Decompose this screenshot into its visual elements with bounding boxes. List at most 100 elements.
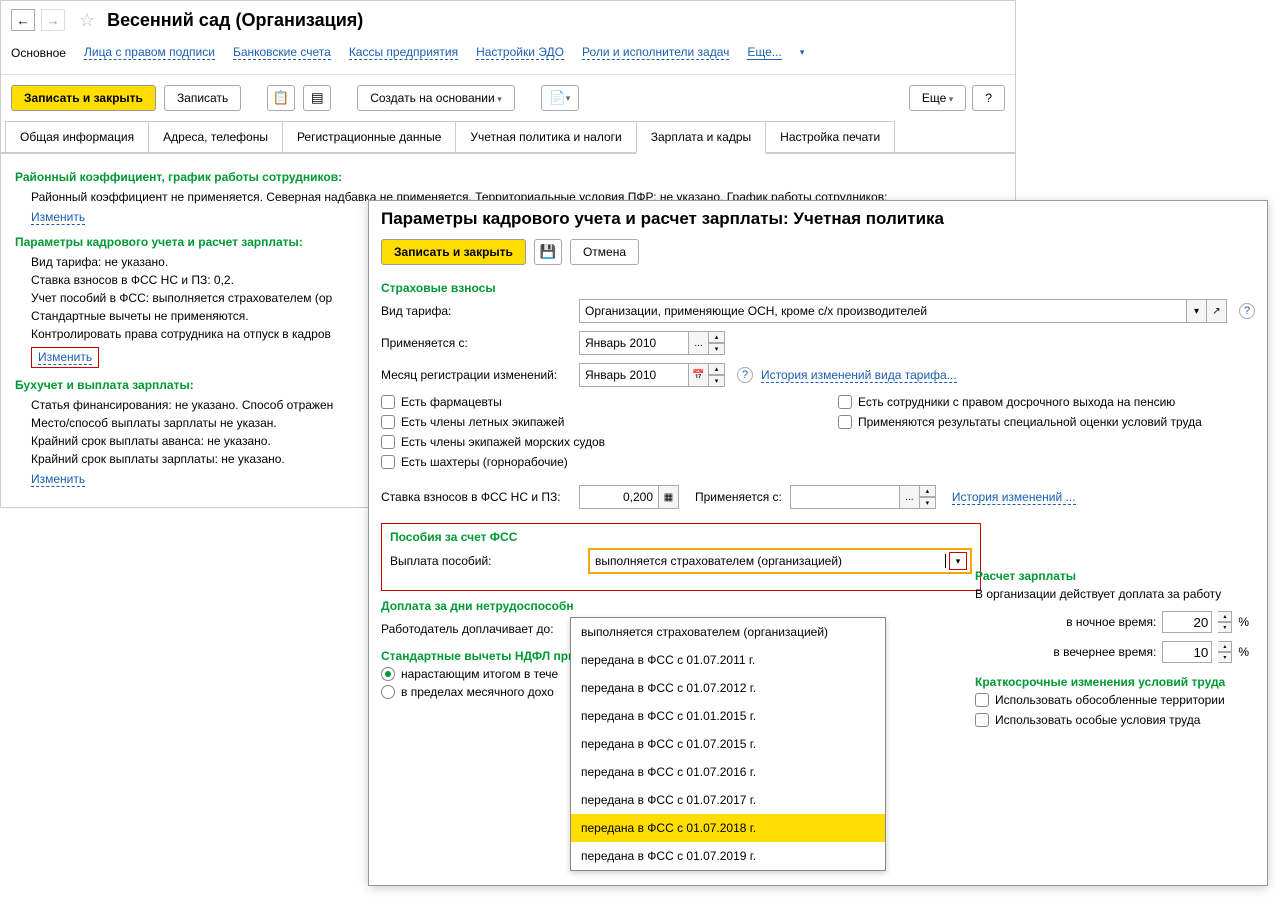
page-title: Весенний сад (Организация) (107, 10, 363, 31)
applied-from2-label: Применяется с: (695, 490, 782, 504)
reg-month-calendar-icon[interactable]: 📅 (689, 363, 709, 387)
night-input[interactable] (1162, 611, 1212, 633)
nav-link-cash[interactable]: Кассы предприятия (349, 45, 458, 60)
nav-link-signatories[interactable]: Лица с правом подписи (84, 45, 215, 60)
spin-down3[interactable]: ▾ (920, 497, 936, 509)
fss-option-6[interactable]: передана в ФСС с 01.07.2017 г. (571, 786, 885, 814)
check-miners[interactable] (381, 455, 395, 469)
night-up[interactable]: ▴ (1218, 611, 1232, 622)
evening-down[interactable]: ▾ (1218, 652, 1232, 663)
dialog-title: Параметры кадрового учета и расчет зарпл… (369, 201, 1267, 239)
deduction-radio-monthly[interactable] (381, 685, 395, 699)
short-term-heading: Краткосрочные изменения условий труда (975, 675, 1255, 689)
territories-label: Использовать обособленные территории (995, 693, 1225, 707)
reg-month-help-icon[interactable]: ? (737, 367, 753, 383)
check-early-pension[interactable] (838, 395, 852, 409)
fss-option-4[interactable]: передана в ФСС с 01.07.2015 г. (571, 730, 885, 758)
overtime-label: В организации действует доплата за работ… (975, 587, 1255, 601)
check-flight-crew[interactable] (381, 415, 395, 429)
rate-calc-icon[interactable]: ▦ (659, 485, 679, 509)
dialog-save-close-button[interactable]: Записать и закрыть (381, 239, 526, 265)
check-pharmacists[interactable] (381, 395, 395, 409)
fss-option-8[interactable]: передана в ФСС с 01.07.2019 г. (571, 842, 885, 870)
deduction-radio-cumulative[interactable] (381, 667, 395, 681)
rate-input[interactable] (579, 485, 659, 509)
section1-title: Районный коэффициент, график работы сотр… (15, 170, 1001, 184)
night-down[interactable]: ▾ (1218, 622, 1232, 633)
nav-link-edo[interactable]: Настройки ЭДО (476, 45, 564, 60)
fss-option-3[interactable]: передана в ФСС с 01.01.2015 г. (571, 702, 885, 730)
fss-combo-dropdown-icon[interactable]: ▾ (949, 552, 967, 570)
applied-from2-input[interactable] (790, 485, 900, 509)
tab-printing[interactable]: Настройка печати (765, 121, 895, 152)
fss-heading: Пособия за счет ФСС (390, 530, 972, 544)
applied-from2-select-icon[interactable]: ... (900, 485, 920, 509)
create-based-button[interactable]: Создать на основании (357, 85, 515, 111)
fss-pay-input[interactable] (590, 552, 945, 570)
fss-pay-label: Выплата пособий: (390, 554, 580, 568)
tariff-input[interactable] (579, 299, 1187, 323)
check-territories[interactable] (975, 693, 989, 707)
fss-option-7[interactable]: передана в ФСС с 01.07.2018 г. (571, 814, 885, 842)
fss-dropdown: выполняется страхователем (организацией)… (570, 617, 886, 871)
fss-option-2[interactable]: передана в ФСС с 01.07.2012 г. (571, 674, 885, 702)
conditions-label: Использовать особые условия труда (995, 713, 1200, 727)
fss-option-0[interactable]: выполняется страхователем (организацией) (571, 618, 885, 646)
help-button[interactable]: ? (972, 85, 1005, 111)
tariff-open-icon[interactable]: ↗ (1207, 299, 1227, 323)
salary-heading: Расчет зарплаты (975, 569, 1255, 583)
night-percent: % (1238, 615, 1249, 629)
nav-link-roles[interactable]: Роли и исполнители задач (582, 45, 729, 60)
tariff-help-icon[interactable]: ? (1239, 303, 1255, 319)
tab-accounting[interactable]: Учетная политика и налоги (455, 121, 636, 152)
tab-general[interactable]: Общая информация (5, 121, 149, 152)
rate-history-link[interactable]: История изменений ... (952, 490, 1076, 505)
section2-change-link[interactable]: Изменить (38, 350, 92, 365)
spin-up[interactable]: ▴ (709, 331, 725, 343)
spin-up2[interactable]: ▴ (709, 363, 725, 375)
check-conditions[interactable] (975, 713, 989, 727)
fss-option-5[interactable]: передана в ФСС с 01.07.2016 г. (571, 758, 885, 786)
list-icon[interactable]: ▤ (303, 85, 331, 111)
tab-registration[interactable]: Регистрационные данные (282, 121, 456, 152)
dialog-cancel-button[interactable]: Отмена (570, 239, 639, 265)
tab-salary[interactable]: Зарплата и кадры (636, 121, 766, 154)
edo-icon[interactable]: 📄 (541, 85, 579, 111)
disability-label: Работодатель доплачивает до: (381, 622, 571, 636)
section1-change-link[interactable]: Изменить (31, 210, 85, 225)
spin-down2[interactable]: ▾ (709, 375, 725, 387)
reg-month-label: Месяц регистрации изменений: (381, 368, 571, 382)
tab-addresses[interactable]: Адреса, телефоны (148, 121, 283, 152)
tariff-history-link[interactable]: История изменений вида тарифа... (761, 368, 957, 383)
star-icon[interactable]: ☆ (79, 10, 95, 31)
nav-link-bank[interactable]: Банковские счета (233, 45, 331, 60)
section3-change-link[interactable]: Изменить (31, 472, 85, 487)
fss-pay-combo[interactable]: ▾ (588, 548, 972, 574)
applied-from-select-icon[interactable]: ... (689, 331, 709, 355)
check-sea-crew[interactable] (381, 435, 395, 449)
nav-back-button[interactable]: ← (11, 9, 35, 31)
dialog-save-icon[interactable]: 💾 (534, 239, 562, 265)
tariff-dropdown-icon[interactable]: ▾ (1187, 299, 1207, 323)
more-button[interactable]: Еще (909, 85, 966, 111)
save-close-button[interactable]: Записать и закрыть (11, 85, 156, 111)
main-toolbar: Записать и закрыть Записать 📋 ▤ Создать … (1, 75, 1015, 121)
attach-icon[interactable]: 📋 (267, 85, 295, 111)
check-pharmacists-label: Есть фармацевты (401, 395, 502, 409)
evening-up[interactable]: ▴ (1218, 641, 1232, 652)
applied-from-input[interactable] (579, 331, 689, 355)
nav-link-more[interactable]: Еще... (747, 45, 781, 60)
tabs: Общая информация Адреса, телефоны Регист… (1, 121, 1015, 154)
save-button[interactable]: Записать (164, 85, 241, 111)
deduction-opt2-label: в пределах месячного дохо (401, 685, 554, 699)
spin-up3[interactable]: ▴ (920, 485, 936, 497)
nav-current[interactable]: Основное (11, 46, 66, 60)
nav-forward-button[interactable]: → (41, 9, 65, 31)
check-sea-crew-label: Есть члены экипажей морских судов (401, 435, 605, 449)
check-special-eval[interactable] (838, 415, 852, 429)
fss-option-1[interactable]: передана в ФСС с 01.07.2011 г. (571, 646, 885, 674)
evening-input[interactable] (1162, 641, 1212, 663)
check-special-eval-label: Применяются результаты специальной оценк… (858, 415, 1202, 429)
spin-down[interactable]: ▾ (709, 343, 725, 355)
reg-month-input[interactable] (579, 363, 689, 387)
